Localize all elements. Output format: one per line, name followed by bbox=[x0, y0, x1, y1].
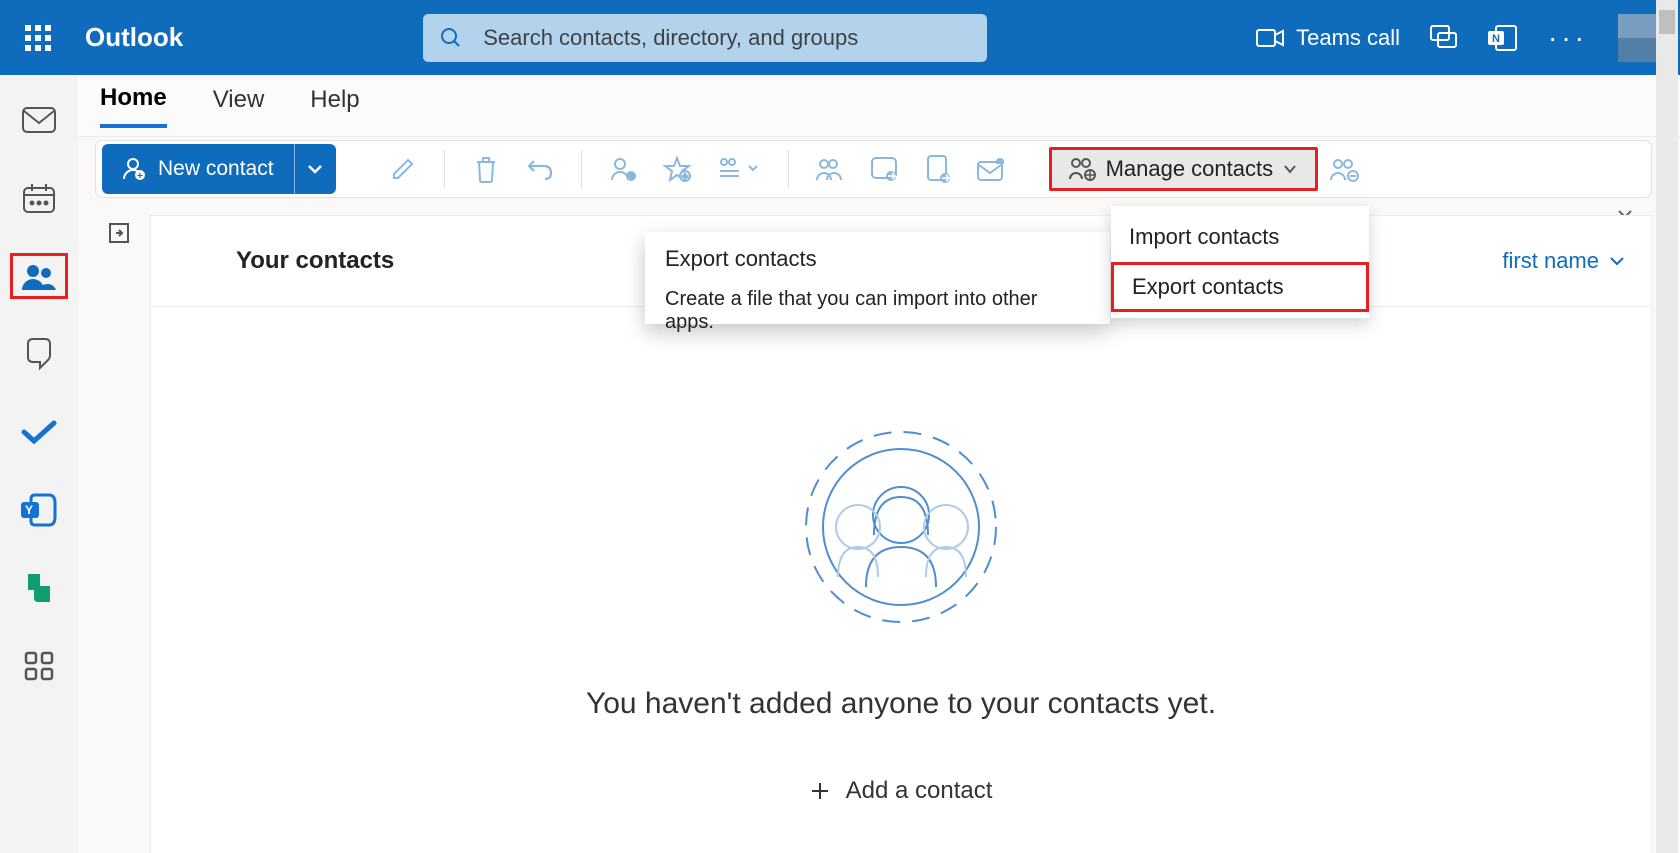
new-contact-button[interactable]: + New contact bbox=[102, 144, 294, 194]
rail-todo[interactable] bbox=[10, 409, 68, 455]
scrollbar-thumb[interactable] bbox=[1659, 10, 1675, 34]
scrollbar[interactable] bbox=[1656, 0, 1678, 853]
export-card-button[interactable] bbox=[911, 147, 965, 191]
rail-files[interactable] bbox=[10, 331, 68, 377]
separator bbox=[788, 150, 789, 188]
nav-rail: Y bbox=[0, 75, 78, 853]
rail-bookings[interactable] bbox=[10, 565, 68, 611]
contacts-body: You haven't added anyone to your contact… bbox=[150, 307, 1652, 853]
share-contact-button[interactable] bbox=[803, 147, 857, 191]
svg-text:+: + bbox=[682, 172, 688, 182]
import-contacts-label: Import contacts bbox=[1129, 224, 1279, 250]
manage-contacts-button[interactable]: Manage contacts bbox=[1049, 147, 1319, 191]
chat-icon[interactable] bbox=[1430, 25, 1458, 51]
tab-view[interactable]: View bbox=[213, 86, 265, 126]
ribbon-tabs: Home View Help bbox=[78, 75, 1680, 137]
page-title: Your contacts bbox=[236, 247, 394, 275]
tab-help[interactable]: Help bbox=[310, 86, 359, 126]
home-toolbar: + New contact + + Manage contacts bbox=[95, 140, 1652, 198]
tooltip-desc: Create a file that you can import into o… bbox=[665, 288, 1090, 334]
tab-home[interactable]: Home bbox=[100, 84, 167, 128]
rail-mail[interactable] bbox=[10, 97, 68, 143]
video-icon bbox=[1256, 28, 1284, 48]
new-contact-dropdown-button[interactable] bbox=[294, 144, 336, 194]
add-to-group-button[interactable]: + bbox=[596, 147, 650, 191]
separator bbox=[581, 150, 582, 188]
rail-calendar[interactable] bbox=[10, 175, 68, 221]
search-box[interactable] bbox=[423, 14, 987, 62]
onenote-icon[interactable]: N bbox=[1488, 25, 1518, 51]
svg-text:Y: Y bbox=[25, 503, 33, 517]
add-to-list-button[interactable] bbox=[704, 147, 774, 191]
send-card-button[interactable] bbox=[857, 147, 911, 191]
manage-contacts-label: Manage contacts bbox=[1106, 156, 1274, 182]
edit-button[interactable] bbox=[376, 147, 430, 191]
header-right: Teams call N ··· bbox=[1256, 14, 1666, 62]
svg-text:+: + bbox=[628, 172, 634, 182]
app-title: Outlook bbox=[85, 22, 183, 53]
rail-more-apps[interactable] bbox=[10, 643, 68, 689]
suite-header: Outlook Teams call N ··· bbox=[0, 0, 1680, 75]
empty-illustration bbox=[796, 427, 1006, 627]
search-icon bbox=[439, 26, 463, 50]
collapse-pane-icon[interactable] bbox=[108, 222, 130, 244]
search-input[interactable] bbox=[463, 25, 971, 51]
chevron-down-icon bbox=[1609, 256, 1625, 266]
sort-label-text: first name bbox=[1502, 248, 1599, 274]
plus-icon bbox=[810, 781, 830, 801]
teams-call-label: Teams call bbox=[1296, 25, 1400, 51]
rail-yammer[interactable]: Y bbox=[10, 487, 68, 533]
rail-people[interactable] bbox=[10, 253, 68, 299]
delete-button[interactable] bbox=[459, 147, 513, 191]
mail-notify-button[interactable] bbox=[965, 147, 1019, 191]
manage-contacts-dropdown: Import contacts Export contacts bbox=[1111, 206, 1369, 318]
teams-call-button[interactable]: Teams call bbox=[1256, 25, 1400, 51]
empty-text: You haven't added anyone to your contact… bbox=[586, 687, 1216, 721]
svg-text:+: + bbox=[137, 171, 143, 181]
export-tooltip: Export contacts Create a file that you c… bbox=[645, 232, 1110, 324]
separator bbox=[444, 150, 445, 188]
export-contacts-label: Export contacts bbox=[1132, 274, 1284, 300]
new-contact-label: New contact bbox=[158, 157, 274, 181]
app-launcher-icon[interactable] bbox=[10, 10, 65, 65]
contact-settings-button[interactable] bbox=[1318, 147, 1372, 191]
dropdown-import-contacts[interactable]: Import contacts bbox=[1111, 212, 1369, 262]
more-icon[interactable]: ··· bbox=[1548, 22, 1588, 54]
add-contact-label: Add a contact bbox=[846, 777, 993, 805]
favorite-button[interactable]: + bbox=[650, 147, 704, 191]
add-contact-link[interactable]: Add a contact bbox=[810, 777, 993, 805]
svg-text:N: N bbox=[1492, 33, 1500, 45]
chevron-down-icon bbox=[1283, 164, 1297, 174]
dropdown-export-contacts[interactable]: Export contacts bbox=[1111, 262, 1369, 312]
tooltip-title: Export contacts bbox=[665, 246, 1090, 272]
new-contact-split-button: + New contact bbox=[102, 144, 336, 194]
sort-dropdown[interactable]: first name bbox=[1502, 248, 1625, 274]
undo-button[interactable] bbox=[513, 147, 567, 191]
